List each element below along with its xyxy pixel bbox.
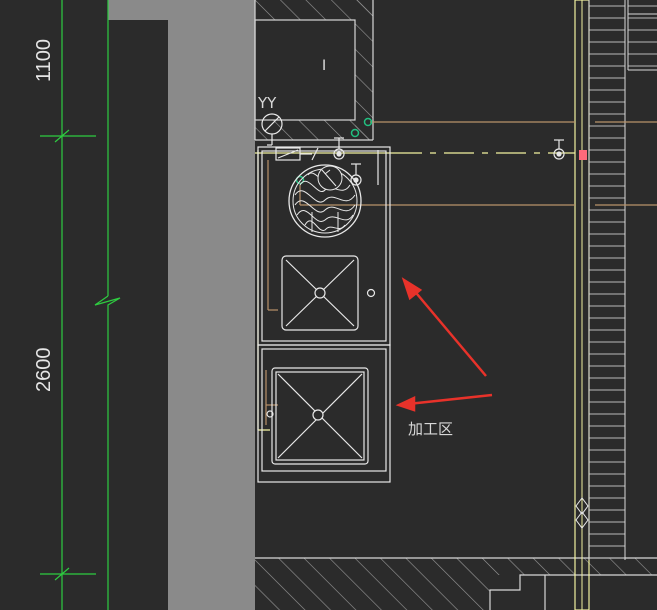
bottom-wall [255, 557, 657, 610]
cad-drawing-canvas: 1100 2600 I YY 加工区 [0, 0, 657, 610]
room-mark-text: I [322, 58, 326, 74]
background [0, 0, 657, 610]
equipment-label: YY [257, 94, 277, 112]
dimension-top-text: 1100 [33, 39, 55, 82]
dimension-bottom-text: 2600 [33, 348, 55, 393]
annotation-text: 加工区 [408, 420, 453, 438]
